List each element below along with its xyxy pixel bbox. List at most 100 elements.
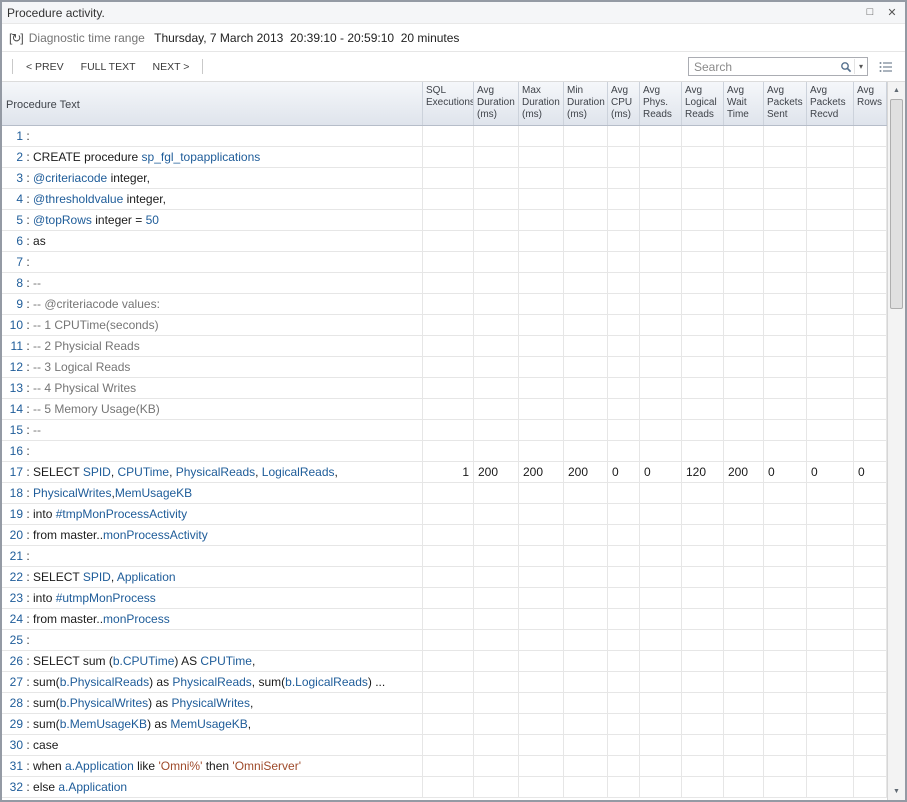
cell-pktrecvd bbox=[807, 672, 854, 692]
cell-logreads bbox=[682, 525, 724, 545]
scroll-up-icon: ▲ bbox=[893, 87, 900, 94]
line-number: 3 bbox=[6, 168, 23, 188]
table-row[interactable]: 27 : sum(b.PhysicalReads) as PhysicalRea… bbox=[2, 672, 887, 693]
toolbar-separator bbox=[12, 59, 13, 74]
table-row[interactable]: 1 : bbox=[2, 126, 887, 147]
search-input[interactable] bbox=[694, 60, 838, 74]
table-row[interactable]: 6 : as bbox=[2, 231, 887, 252]
table-row[interactable]: 20 : from master..monProcessActivity bbox=[2, 525, 887, 546]
table-row[interactable]: 17 : SELECT SPID, CPUTime, PhysicalReads… bbox=[2, 462, 887, 483]
column-header-maxdur[interactable]: Max Duration (ms) bbox=[519, 82, 564, 125]
sql-text-segment: ) AS bbox=[174, 654, 200, 668]
next-button[interactable]: NEXT > bbox=[149, 58, 194, 76]
cell-logreads bbox=[682, 630, 724, 650]
column-header-avgrows[interactable]: Avg Rows bbox=[854, 82, 887, 125]
column-header-waittime[interactable]: Avg Wait Time bbox=[724, 82, 764, 125]
cell-avgcpu bbox=[608, 420, 640, 440]
line-number-colon: : bbox=[23, 465, 33, 479]
close-button[interactable]: ✕ bbox=[884, 6, 900, 19]
sql-text-segment: integer = bbox=[92, 213, 146, 227]
column-header-avgcpu[interactable]: Avg CPU (ms) bbox=[608, 82, 640, 125]
window-title: Procedure activity. bbox=[7, 6, 105, 20]
column-header-mindur[interactable]: Min Duration (ms) bbox=[564, 82, 608, 125]
maximize-button[interactable]: □ bbox=[862, 6, 878, 19]
table-row[interactable]: 26 : SELECT sum (b.CPUTime) AS CPUTime, bbox=[2, 651, 887, 672]
search-dropdown-arrow-icon[interactable]: ▾ bbox=[854, 59, 867, 74]
table-row[interactable]: 8 : -- bbox=[2, 273, 887, 294]
table-row[interactable]: 30 : case bbox=[2, 735, 887, 756]
table-row[interactable]: 22 : SELECT SPID, Application bbox=[2, 567, 887, 588]
cell-waittime bbox=[724, 189, 764, 209]
cell-avgrows bbox=[854, 777, 887, 797]
table-row[interactable]: 23 : into #utmpMonProcess bbox=[2, 588, 887, 609]
table-row[interactable]: 32 : else a.Application bbox=[2, 777, 887, 798]
cell-mindur bbox=[564, 609, 608, 629]
cell-avgcpu bbox=[608, 735, 640, 755]
prev-button[interactable]: < PREV bbox=[22, 58, 68, 76]
cell-avgcpu bbox=[608, 189, 640, 209]
cell-pktrecvd bbox=[807, 252, 854, 272]
cell-logreads bbox=[682, 546, 724, 566]
table-row[interactable]: 4 : @thresholdvalue integer, bbox=[2, 189, 887, 210]
table-row[interactable]: 9 : -- @criteriacode values: bbox=[2, 294, 887, 315]
cell-avgdur bbox=[474, 714, 519, 734]
table-row[interactable]: 25 : bbox=[2, 630, 887, 651]
full-text-button[interactable]: FULL TEXT bbox=[77, 58, 140, 76]
cell-exec bbox=[423, 630, 474, 650]
search-box[interactable]: ▾ bbox=[688, 57, 868, 76]
cell-avgdur bbox=[474, 420, 519, 440]
cell-pktrecvd bbox=[807, 714, 854, 734]
cell-mindur bbox=[564, 756, 608, 776]
vertical-scrollbar[interactable]: ▲ ▼ bbox=[887, 82, 905, 800]
table-row[interactable]: 14 : -- 5 Memory Usage(KB) bbox=[2, 399, 887, 420]
column-header-avgdur[interactable]: Avg Duration (ms) bbox=[474, 82, 519, 125]
scroll-up-button[interactable]: ▲ bbox=[888, 82, 905, 99]
table-row[interactable]: 7 : bbox=[2, 252, 887, 273]
procedure-text-cell: 7 : bbox=[2, 252, 423, 272]
column-header-physreads[interactable]: Avg Phys. Reads bbox=[640, 82, 682, 125]
column-header-proc[interactable]: Procedure Text bbox=[2, 82, 423, 125]
line-number: 24 bbox=[6, 609, 23, 629]
table-row[interactable]: 15 : -- bbox=[2, 420, 887, 441]
table-row[interactable]: 2 : CREATE procedure sp_fgl_topapplicati… bbox=[2, 147, 887, 168]
column-header-logreads[interactable]: Avg Logical Reads bbox=[682, 82, 724, 125]
cell-pktsent bbox=[764, 189, 807, 209]
search-icon[interactable] bbox=[838, 61, 854, 73]
sql-text-segment: CPUTime bbox=[118, 465, 170, 479]
line-number: 18 bbox=[6, 483, 23, 503]
cell-avgcpu bbox=[608, 546, 640, 566]
table-row[interactable]: 29 : sum(b.MemUsageKB) as MemUsageKB, bbox=[2, 714, 887, 735]
view-options-icon[interactable] bbox=[877, 60, 895, 74]
cell-pktrecvd bbox=[807, 777, 854, 797]
cell-physreads bbox=[640, 756, 682, 776]
cell-avgcpu bbox=[608, 126, 640, 146]
cell-avgrows: 0 bbox=[854, 462, 887, 482]
cell-mindur bbox=[564, 231, 608, 251]
scroll-down-button[interactable]: ▼ bbox=[888, 783, 905, 800]
window-controls: □ ✕ bbox=[862, 6, 900, 19]
table-row[interactable]: 13 : -- 4 Physical Writes bbox=[2, 378, 887, 399]
table-row[interactable]: 21 : bbox=[2, 546, 887, 567]
table-row[interactable]: 5 : @topRows integer = 50 bbox=[2, 210, 887, 231]
scrollbar-thumb[interactable] bbox=[890, 99, 903, 309]
column-header-pktsent[interactable]: Avg Packets Sent bbox=[764, 82, 807, 125]
titlebar[interactable]: Procedure activity. □ ✕ bbox=[2, 2, 905, 24]
table-row[interactable]: 3 : @criteriacode integer, bbox=[2, 168, 887, 189]
table-row[interactable]: 12 : -- 3 Logical Reads bbox=[2, 357, 887, 378]
cell-exec bbox=[423, 189, 474, 209]
table-row[interactable]: 24 : from master..monProcess bbox=[2, 609, 887, 630]
column-header-exec[interactable]: SQL Executions bbox=[423, 82, 474, 125]
cell-exec bbox=[423, 609, 474, 629]
table-row[interactable]: 10 : -- 1 CPUTime(seconds) bbox=[2, 315, 887, 336]
table-row[interactable]: 11 : -- 2 Physicial Reads bbox=[2, 336, 887, 357]
cell-avgcpu bbox=[608, 483, 640, 503]
table-row[interactable]: 16 : bbox=[2, 441, 887, 462]
cell-waittime bbox=[724, 588, 764, 608]
table-row[interactable]: 18 : PhysicalWrites,MemUsageKB bbox=[2, 483, 887, 504]
table-row[interactable]: 19 : into #tmpMonProcessActivity bbox=[2, 504, 887, 525]
table-row[interactable]: 28 : sum(b.PhysicalWrites) as PhysicalWr… bbox=[2, 693, 887, 714]
procedure-text-cell: 17 : SELECT SPID, CPUTime, PhysicalReads… bbox=[2, 462, 423, 482]
cell-exec bbox=[423, 777, 474, 797]
column-header-pktrecvd[interactable]: Avg Packets Recvd bbox=[807, 82, 854, 125]
table-row[interactable]: 31 : when a.Application like 'Omni%' the… bbox=[2, 756, 887, 777]
